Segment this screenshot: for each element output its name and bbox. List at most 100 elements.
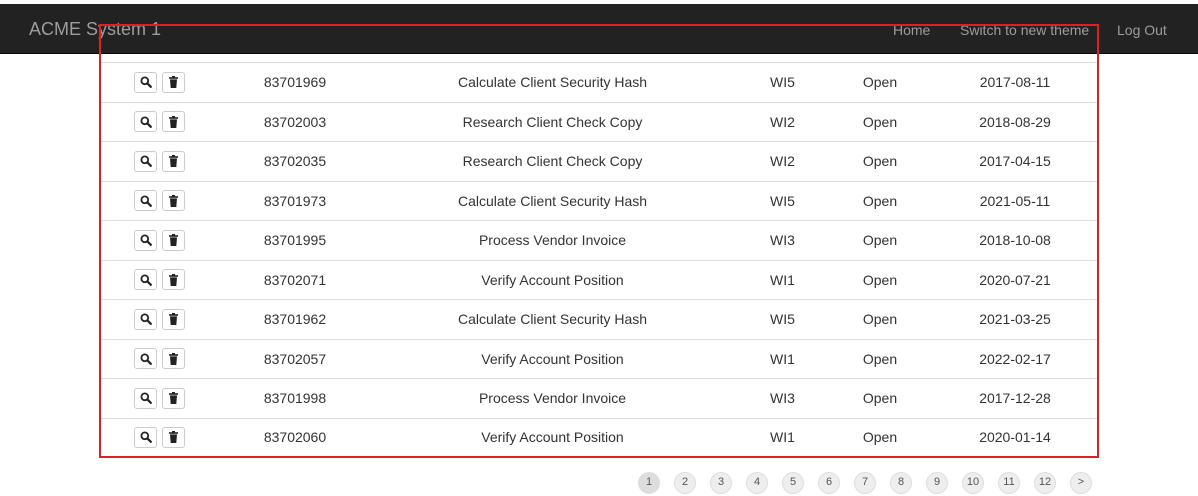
- page-button[interactable]: 8: [890, 472, 912, 494]
- delete-button[interactable]: [162, 190, 185, 212]
- cell-description: Research Client Check Copy: [462, 153, 643, 170]
- table-row: 83702057 Verify Account Position WI1 Open 20…: [100, 338, 1097, 379]
- delete-button[interactable]: [162, 229, 185, 251]
- page-button[interactable]: 10: [962, 472, 984, 494]
- cell-id: 83702003: [263, 113, 327, 130]
- cell-status: Open: [862, 390, 898, 407]
- search-icon: [140, 155, 152, 168]
- table-row: 83701969 Calculate Client Security Hash WI…: [100, 62, 1097, 102]
- cell-wi: WI1: [770, 271, 795, 288]
- page-next-button[interactable]: >: [1070, 472, 1092, 494]
- view-button[interactable]: [134, 111, 157, 133]
- row-actions: [134, 182, 186, 221]
- cell-wi: WI1: [770, 429, 795, 446]
- delete-button[interactable]: [162, 269, 185, 291]
- cell-wi: WI2: [770, 113, 795, 130]
- page-button[interactable]: 2: [674, 472, 696, 494]
- nav-switch-theme-link[interactable]: Switch to new theme: [960, 21, 1089, 39]
- view-button[interactable]: [134, 426, 157, 448]
- cell-wi: WI5: [770, 74, 795, 91]
- cell-wi: WI1: [770, 350, 795, 367]
- search-icon: [140, 116, 152, 128]
- cell-wi: WI5: [770, 192, 795, 209]
- page-button[interactable]: 6: [818, 472, 840, 494]
- row-actions: [134, 419, 186, 457]
- trash-icon: [168, 194, 179, 207]
- view-button[interactable]: [134, 71, 157, 93]
- cell-date: 2022-02-17: [979, 350, 1051, 367]
- page-button[interactable]: 5: [782, 472, 804, 494]
- row-actions: [134, 379, 186, 418]
- cell-description: Calculate Client Security Hash: [457, 311, 648, 328]
- view-button[interactable]: [134, 150, 157, 172]
- cell-id: 83701973: [263, 192, 327, 209]
- row-actions: [134, 340, 186, 379]
- search-icon: [140, 353, 152, 365]
- trash-icon: [168, 431, 179, 444]
- search-icon: [140, 274, 152, 286]
- cell-id: 83701995: [263, 232, 327, 249]
- cell-status: Open: [862, 192, 898, 209]
- delete-button[interactable]: [162, 150, 185, 172]
- cell-status: Open: [862, 311, 898, 328]
- page-button[interactable]: 3: [710, 472, 732, 494]
- cell-status: Open: [862, 429, 898, 446]
- trash-icon: [168, 273, 179, 286]
- page-button[interactable]: 12: [1034, 472, 1056, 494]
- view-button[interactable]: [134, 348, 157, 370]
- top-navbar: ACME System 1 Home Switch to new theme L…: [0, 4, 1198, 54]
- delete-button[interactable]: [162, 111, 185, 133]
- cell-date: 2017-12-28: [979, 390, 1051, 407]
- cell-status: Open: [862, 232, 898, 249]
- cell-wi: WI3: [770, 232, 795, 249]
- search-icon: [140, 234, 152, 247]
- delete-button[interactable]: [162, 71, 185, 93]
- view-button[interactable]: [134, 229, 157, 251]
- app-brand[interactable]: ACME System 1: [29, 19, 161, 39]
- row-actions: [134, 103, 186, 142]
- cell-date: 2020-07-21: [979, 271, 1051, 288]
- delete-button[interactable]: [162, 426, 185, 448]
- cell-description: Verify Account Position: [481, 271, 624, 288]
- cell-date: 2017-04-15: [979, 153, 1051, 170]
- row-actions: [134, 221, 186, 260]
- trash-icon: [168, 76, 179, 89]
- row-actions: [134, 142, 186, 181]
- row-actions: [134, 300, 186, 339]
- trash-icon: [168, 313, 179, 326]
- delete-button[interactable]: [162, 308, 185, 330]
- cell-id: 83701962: [263, 311, 327, 328]
- row-actions: [134, 63, 186, 102]
- nav-logout-link[interactable]: Log Out: [1117, 21, 1167, 39]
- cell-date: 2020-01-14: [979, 429, 1051, 446]
- page-button[interactable]: 9: [926, 472, 948, 494]
- trash-icon: [168, 155, 179, 168]
- page-button[interactable]: 11: [998, 472, 1020, 494]
- search-icon: [140, 76, 152, 89]
- cell-id: 83702035: [263, 153, 327, 170]
- pagination: 1 2 3 4 5 6 7 8 9 10 11 12 >: [638, 472, 1092, 496]
- table-row: 83701962 Calculate Client Security Hash WI…: [100, 299, 1097, 339]
- cell-description: Verify Account Position: [481, 429, 624, 446]
- table-row: 83701973 Calculate Client Security Hash WI…: [100, 180, 1097, 221]
- view-button[interactable]: [134, 387, 157, 409]
- page-button[interactable]: 7: [854, 472, 876, 494]
- work-items-table: 83701969 Calculate Client Security Hash WI…: [100, 62, 1097, 457]
- search-icon: [140, 195, 152, 207]
- delete-button[interactable]: [162, 387, 185, 409]
- view-button[interactable]: [134, 269, 157, 291]
- trash-icon: [168, 392, 179, 405]
- cell-id: 83702071: [263, 271, 327, 288]
- cell-description: Process Vendor Invoice: [478, 232, 627, 249]
- page-button[interactable]: 1: [638, 472, 660, 494]
- delete-button[interactable]: [162, 348, 185, 370]
- table-row: 83702071 Verify Account Position WI1 Open 20…: [100, 259, 1097, 300]
- view-button[interactable]: [134, 308, 157, 330]
- cell-date: 2021-03-25: [979, 311, 1051, 328]
- cell-id: 83701969: [263, 74, 327, 91]
- view-button[interactable]: [134, 190, 157, 212]
- cell-description: Calculate Client Security Hash: [457, 192, 648, 209]
- page-button[interactable]: 4: [746, 472, 768, 494]
- cell-id: 83702060: [263, 429, 327, 446]
- nav-home-link[interactable]: Home: [893, 21, 930, 39]
